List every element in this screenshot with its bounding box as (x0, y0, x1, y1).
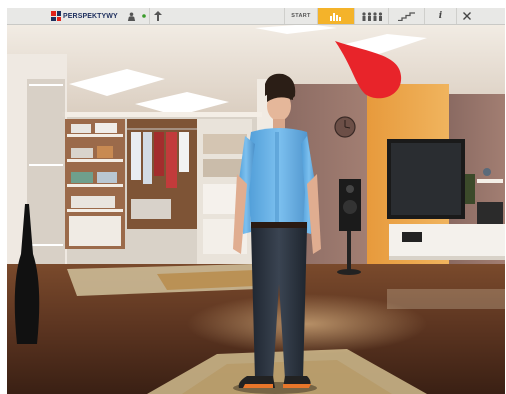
logo-text: PERSPEKTYWY (63, 12, 118, 20)
status-dot-icon (142, 14, 146, 18)
bar-chart-icon (330, 12, 341, 21)
room-scene (7, 24, 505, 394)
arrow-up-icon (153, 11, 162, 21)
info-icon: i (438, 11, 443, 21)
top-toolbar: PERSPEKTYWY START i (7, 8, 505, 25)
stairs-button[interactable] (388, 8, 424, 24)
up-button[interactable] (149, 8, 165, 24)
close-button[interactable] (456, 8, 476, 24)
avatar-button[interactable] (123, 8, 139, 24)
status-indicator (139, 8, 149, 24)
logo-mark-icon (51, 11, 61, 21)
perspektywy-logo[interactable]: PERSPEKTYWY (51, 10, 118, 22)
people-group-icon (361, 11, 382, 21)
stairs-icon (397, 11, 415, 21)
group-button[interactable] (354, 8, 388, 24)
close-icon (462, 12, 471, 20)
clock-icon (334, 116, 356, 138)
app-frame: PERSPEKTYWY START i (7, 8, 505, 394)
person-icon (127, 11, 135, 21)
info-button[interactable]: i (424, 8, 456, 24)
start-button[interactable]: START (284, 8, 317, 24)
start-label: START (291, 13, 311, 19)
chart-button[interactable] (317, 8, 354, 24)
